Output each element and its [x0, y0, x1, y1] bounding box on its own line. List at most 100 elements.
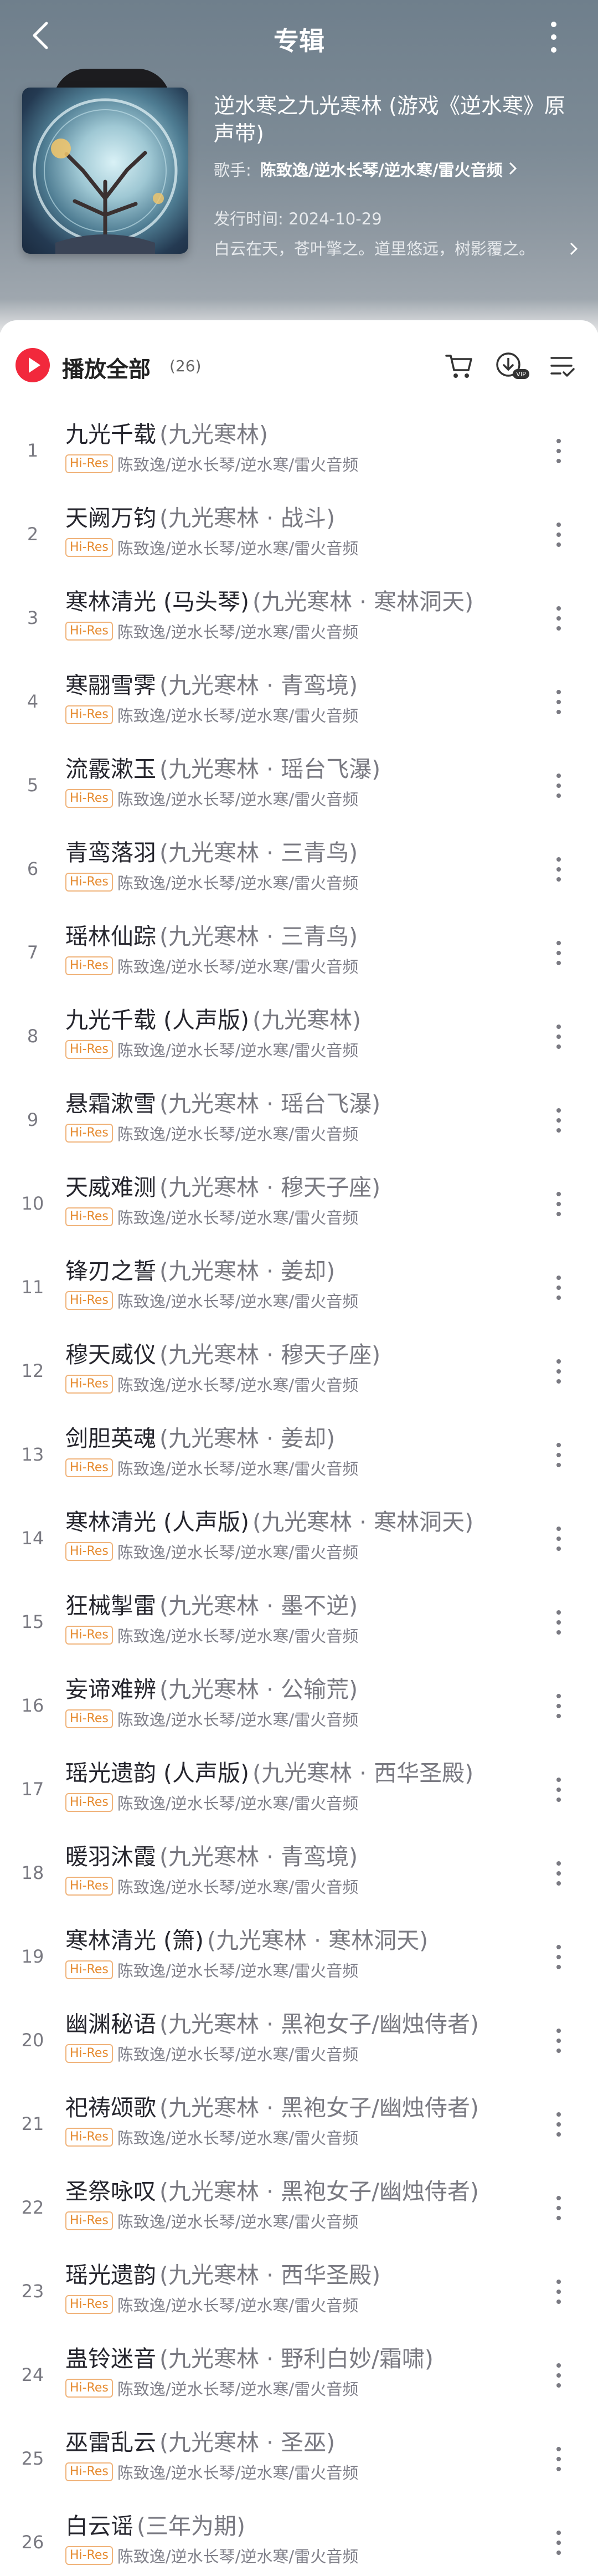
track-meta: Hi-Res 陈致逸/逆水长琴/逆水寒/雷火音频	[65, 870, 358, 894]
track-title: 流霰漱玉	[65, 756, 156, 782]
track-title: 瑶光遗韵 (人声版)	[65, 1760, 250, 1786]
track-meta: Hi-Res 陈致逸/逆水长琴/逆水寒/雷火音频	[65, 787, 358, 810]
track-row[interactable]: 19 寒林清光 (箫) (九光寒林 · 寒林洞天) Hi-Res 陈致逸/逆水长琴/…	[0, 1915, 598, 1999]
track-title-line: 寒林清光 (马头琴) (九光寒林 · 寒林洞天)	[65, 583, 473, 616]
chevron-right-icon	[507, 161, 518, 180]
track-row[interactable]: 16 妄谛难辨 (九光寒林 · 公输荒) Hi-Res 陈致逸/逆水长琴/逆水寒/雷…	[0, 1664, 598, 1748]
track-more-icon[interactable]	[550, 1187, 567, 1221]
track-more-icon[interactable]	[550, 518, 567, 551]
track-row[interactable]: 21 祀祷颂歌 (九光寒林 · 黑袍女子/幽烛侍者) Hi-Res 陈致逸/逆水长琴…	[0, 2082, 598, 2166]
track-index: 22	[21, 2197, 44, 2218]
track-subtitle: (九光寒林 · 黑袍女子/幽烛侍者)	[159, 2011, 479, 2037]
track-title-line: 九光千载 (九光寒林)	[65, 416, 268, 449]
track-more-icon[interactable]	[550, 434, 567, 468]
track-row[interactable]: 3 寒林清光 (马头琴) (九光寒林 · 寒林洞天) Hi-Res 陈致逸/逆水长琴…	[0, 576, 598, 660]
track-row[interactable]: 5 流霰漱玉 (九光寒林 · 瑶台飞瀑) Hi-Res 陈致逸/逆水长琴/逆水寒/雷…	[0, 744, 598, 827]
track-row[interactable]: 18 暖羽沐霞 (九光寒林 · 青鸾境) Hi-Res 陈致逸/逆水长琴/逆水寒/雷…	[0, 1831, 598, 1915]
track-list-panel: 播放全部 (26) VIP 1 九光千载 (九光寒林) Hi-Res 陈致逸/逆水长…	[0, 320, 598, 2576]
track-more-icon[interactable]	[550, 2024, 567, 2057]
track-subtitle: (九光寒林)	[252, 1007, 362, 1033]
track-title-line: 巫雷乱云 (九光寒林 · 圣巫)	[65, 2424, 335, 2457]
multi-select-icon[interactable]	[546, 349, 579, 382]
track-more-icon[interactable]	[550, 2526, 567, 2559]
track-more-icon[interactable]	[550, 769, 567, 802]
track-more-icon[interactable]	[550, 1522, 567, 1555]
track-more-icon[interactable]	[550, 1689, 567, 1723]
track-artists: 陈致逸/逆水长琴/逆水寒/雷火音频	[117, 957, 359, 976]
page-title: 专辑	[274, 26, 324, 56]
track-subtitle: (九光寒林 · 青鸾境)	[159, 672, 358, 699]
vip-download-icon[interactable]: VIP	[493, 349, 529, 382]
track-more-icon[interactable]	[550, 2442, 567, 2476]
track-row[interactable]: 11 锋刃之誓 (九光寒林 · 姜却) Hi-Res 陈致逸/逆水长琴/逆水寒/雷火…	[0, 1246, 598, 1329]
track-row[interactable]: 24 蛊铃迷音 (九光寒林 · 野利白妙/霜啸) Hi-Res 陈致逸/逆水长琴/逆…	[0, 2333, 598, 2417]
play-all-button[interactable]: 播放全部	[62, 351, 151, 383]
release-label: 发行时间:	[214, 209, 283, 228]
track-title: 悬霜漱雪	[65, 1090, 156, 1117]
track-artists: 陈致逸/逆水长琴/逆水寒/雷火音频	[117, 790, 359, 809]
album-artists: 陈致逸/逆水长琴/逆水寒/雷火音频	[260, 161, 503, 180]
track-row[interactable]: 15 狂械掣雷 (九光寒林 · 墨不逆) Hi-Res 陈致逸/逆水长琴/逆水寒/雷…	[0, 1580, 598, 1664]
album-cover[interactable]	[22, 69, 200, 255]
track-row[interactable]: 1 九光千载 (九光寒林) Hi-Res 陈致逸/逆水长琴/逆水寒/雷火音频	[0, 409, 598, 493]
track-row[interactable]: 17 瑶光遗韵 (人声版) (九光寒林 · 西华圣殿) Hi-Res 陈致逸/逆水长…	[0, 1748, 598, 1831]
track-subtitle: (九光寒林 · 穆天子座)	[159, 1341, 381, 1368]
track-more-icon[interactable]	[550, 1020, 567, 1053]
track-index: 18	[21, 1862, 44, 1883]
track-more-icon[interactable]	[550, 936, 567, 970]
track-row[interactable]: 13 剑胆英魂 (九光寒林 · 姜却) Hi-Res 陈致逸/逆水长琴/逆水寒/雷火…	[0, 1413, 598, 1497]
track-row[interactable]: 2 天阙万钧 (九光寒林 · 战斗) Hi-Res 陈致逸/逆水长琴/逆水寒/雷火音…	[0, 493, 598, 576]
track-row[interactable]: 25 巫雷乱云 (九光寒林 · 圣巫) Hi-Res 陈致逸/逆水长琴/逆水寒/雷火…	[0, 2417, 598, 2501]
track-artists: 陈致逸/逆水长琴/逆水寒/雷火音频	[117, 2129, 359, 2148]
track-row[interactable]: 7 瑶林仙踪 (九光寒林 · 三青鸟) Hi-Res 陈致逸/逆水长琴/逆水寒/雷火…	[0, 911, 598, 995]
track-more-icon[interactable]	[550, 1773, 567, 1806]
track-title-line: 寒林清光 (人声版) (九光寒林 · 寒林洞天)	[65, 1503, 473, 1537]
track-more-icon[interactable]	[550, 1857, 567, 1890]
track-more-icon[interactable]	[550, 2108, 567, 2141]
track-more-icon[interactable]	[550, 1606, 567, 1639]
hires-badge: Hi-Res	[65, 2295, 113, 2314]
hires-badge: Hi-Res	[65, 622, 113, 641]
track-more-icon[interactable]	[550, 853, 567, 886]
track-title: 寒林清光 (马头琴)	[65, 588, 250, 615]
track-more-icon[interactable]	[550, 2359, 567, 2392]
track-more-icon[interactable]	[550, 1271, 567, 1304]
track-row[interactable]: 14 寒林清光 (人声版) (九光寒林 · 寒林洞天) Hi-Res 陈致逸/逆水长…	[0, 1497, 598, 1580]
track-meta: Hi-Res 陈致逸/逆水长琴/逆水寒/雷火音频	[65, 1456, 358, 1479]
track-row[interactable]: 10 天威难测 (九光寒林 · 穆天子座) Hi-Res 陈致逸/逆水长琴/逆水寒/…	[0, 1162, 598, 1246]
album-description[interactable]: 白云在天，苍叶擎之。道里悠远，树影覆之。	[214, 236, 568, 259]
svg-text:VIP: VIP	[516, 371, 526, 378]
track-more-icon[interactable]	[550, 602, 567, 635]
track-more-icon[interactable]	[550, 2191, 567, 2225]
track-artists: 陈致逸/逆水长琴/逆水寒/雷火音频	[117, 2213, 359, 2231]
track-more-icon[interactable]	[550, 1438, 567, 1472]
track-index: 8	[27, 1026, 39, 1047]
track-subtitle: (九光寒林 · 穆天子座)	[159, 1174, 381, 1201]
more-vertical-icon[interactable]	[543, 19, 565, 55]
hires-badge: Hi-Res	[65, 956, 113, 975]
track-row[interactable]: 20 幽渊秘语 (九光寒林 · 黑袍女子/幽烛侍者) Hi-Res 陈致逸/逆水长琴…	[0, 1999, 598, 2082]
track-more-icon[interactable]	[550, 1940, 567, 1974]
track-row[interactable]: 12 穆天威仪 (九光寒林 · 穆天子座) Hi-Res 陈致逸/逆水长琴/逆水寒/…	[0, 1329, 598, 1413]
track-row[interactable]: 22 圣祭咏叹 (九光寒林 · 黑袍女子/幽烛侍者) Hi-Res 陈致逸/逆水长琴…	[0, 2166, 598, 2250]
track-subtitle: (九光寒林 · 寒林洞天)	[207, 1927, 429, 1954]
hires-badge: Hi-Res	[65, 2546, 113, 2565]
track-row[interactable]: 26 白云谣 (三年为期) Hi-Res 陈致逸/逆水长琴/逆水寒/雷火音频	[0, 2501, 598, 2576]
track-more-icon[interactable]	[550, 1104, 567, 1137]
play-all-icon[interactable]	[16, 348, 50, 382]
cart-icon[interactable]	[443, 349, 476, 382]
track-meta: Hi-Res 陈致逸/逆水长琴/逆水寒/雷火音频	[65, 536, 358, 559]
track-title-line: 流霰漱玉 (九光寒林 · 瑶台飞瀑)	[65, 750, 380, 783]
track-more-icon[interactable]	[550, 685, 567, 719]
track-title: 青鸾落羽	[65, 839, 156, 866]
track-more-icon[interactable]	[550, 1355, 567, 1388]
hires-badge: Hi-Res	[65, 2128, 113, 2147]
track-meta: Hi-Res 陈致逸/逆水长琴/逆水寒/雷火音频	[65, 1205, 358, 1228]
track-row[interactable]: 6 青鸾落羽 (九光寒林 · 三青鸟) Hi-Res 陈致逸/逆水长琴/逆水寒/雷火…	[0, 827, 598, 911]
track-row[interactable]: 9 悬霜漱雪 (九光寒林 · 瑶台飞瀑) Hi-Res 陈致逸/逆水长琴/逆水寒/雷…	[0, 1078, 598, 1162]
track-row[interactable]: 23 瑶光遗韵 (九光寒林 · 西华圣殿) Hi-Res 陈致逸/逆水长琴/逆水寒/…	[0, 2250, 598, 2333]
track-row[interactable]: 4 寒翮雪霁 (九光寒林 · 青鸾境) Hi-Res 陈致逸/逆水长琴/逆水寒/雷火…	[0, 660, 598, 744]
album-artists-link[interactable]: 歌手: 陈致逸/逆水长琴/逆水寒/雷火音频	[214, 157, 579, 181]
track-row[interactable]: 8 九光千载 (人声版) (九光寒林) Hi-Res 陈致逸/逆水长琴/逆水寒/雷火…	[0, 995, 598, 1078]
track-more-icon[interactable]	[550, 2275, 567, 2308]
